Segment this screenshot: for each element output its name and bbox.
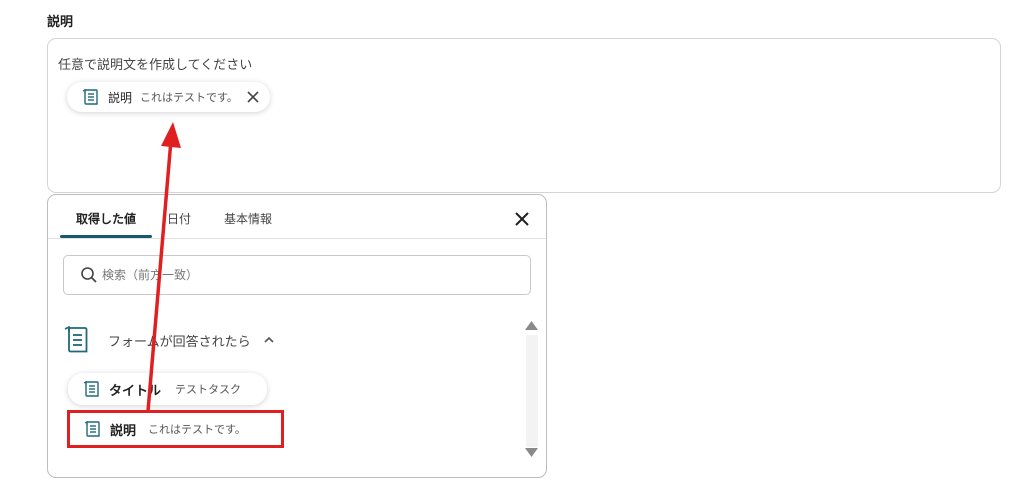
picker-tabs: 取得した値 日付 基本情報	[48, 195, 546, 239]
search-icon	[80, 266, 98, 284]
scroll-down-icon[interactable]	[524, 447, 539, 459]
group-form-answered[interactable]: フォームが回答されたら	[64, 325, 275, 355]
document-icon	[64, 325, 90, 355]
description-value-chip[interactable]: 説明 これはテストです。	[67, 82, 270, 112]
list-item-title[interactable]: タイトル テストタスク	[68, 373, 268, 405]
active-tab-indicator	[60, 235, 152, 238]
annotation-highlight-box	[67, 410, 284, 448]
group-label: フォームが回答されたら	[108, 334, 251, 350]
search-box	[63, 255, 531, 295]
scroll-up-icon[interactable]	[524, 319, 539, 331]
chip-label: 説明	[108, 90, 133, 105]
tab-date[interactable]: 日付	[167, 210, 191, 227]
close-icon[interactable]	[513, 210, 531, 228]
item-value: テストタスク	[175, 383, 242, 396]
chevron-up-icon	[263, 334, 275, 346]
description-textarea[interactable]: 任意で説明文を作成してください	[47, 38, 1001, 193]
description-placeholder: 任意で説明文を作成してください	[58, 58, 253, 73]
document-icon	[82, 88, 100, 106]
chip-value: これはテストです。	[140, 91, 238, 104]
document-icon	[83, 380, 101, 398]
remove-chip-icon[interactable]	[246, 90, 260, 104]
tab-basic-info[interactable]: 基本情報	[224, 210, 272, 227]
description-label: 説明	[47, 15, 74, 30]
item-label: タイトル	[109, 383, 162, 399]
tab-acquired-values[interactable]: 取得した値	[76, 210, 136, 227]
search-input[interactable]	[102, 268, 502, 282]
scrollbar[interactable]	[526, 335, 538, 447]
